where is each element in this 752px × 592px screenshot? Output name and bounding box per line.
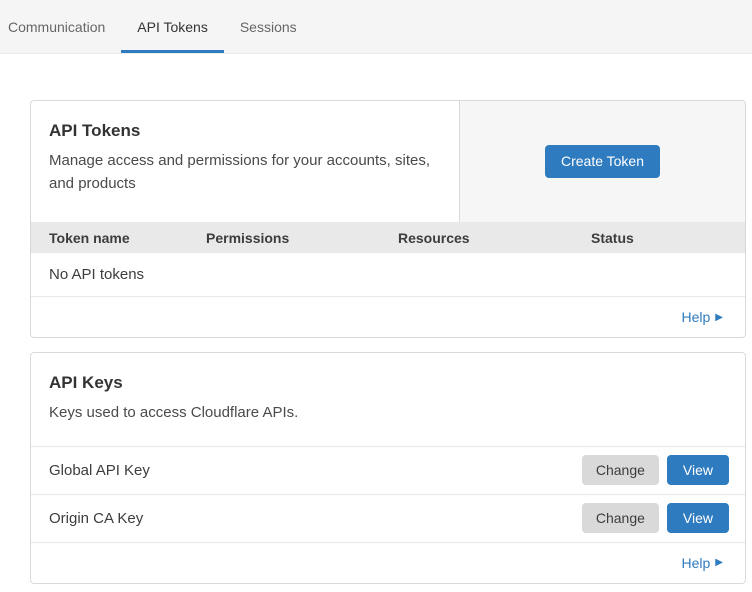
api-tokens-card-header-actions: Create Token [460,101,745,222]
token-table-empty-row: No API tokens [31,253,745,297]
api-key-actions-global: Change View [582,455,729,485]
token-table-header-permissions: Permissions [206,230,398,246]
token-table-header-row: Token name Permissions Resources Status [31,222,745,253]
help-arrow-icon: ▶ [715,557,723,568]
api-tokens-title: API Tokens [49,121,441,141]
api-key-row-global: Global API Key Change View [31,447,745,495]
api-key-row-origin-ca: Origin CA Key Change View [31,495,745,543]
api-tokens-card-header-text: API Tokens Manage access and permissions… [31,101,460,222]
api-keys-description: Keys used to access Cloudflare APIs. [49,402,727,425]
api-key-label-origin-ca: Origin CA Key [49,510,143,527]
api-keys-help-row: Help ▶ [31,543,745,583]
api-tokens-card-header: API Tokens Manage access and permissions… [31,101,745,222]
help-link-label: Help [682,555,711,571]
api-tokens-description: Manage access and permissions for your a… [49,150,441,195]
token-table-header-token-name: Token name [49,230,206,246]
empty-tokens-message: No API tokens [49,266,144,283]
api-keys-title: API Keys [49,373,727,393]
tab-communication[interactable]: Communication [8,0,121,53]
view-global-api-key-button[interactable]: View [667,455,729,485]
help-link-label: Help [682,309,711,325]
change-global-api-key-button[interactable]: Change [582,455,659,485]
api-keys-card: API Keys Keys used to access Cloudflare … [30,352,746,584]
main-content: API Tokens Manage access and permissions… [0,54,752,584]
api-tokens-help-link[interactable]: Help ▶ [682,309,724,325]
tab-sessions[interactable]: Sessions [224,0,313,53]
api-tokens-card: API Tokens Manage access and permissions… [30,100,746,338]
token-table-header-status: Status [591,230,745,246]
api-key-label-global: Global API Key [49,462,150,479]
api-keys-help-link[interactable]: Help ▶ [682,555,724,571]
tab-api-tokens[interactable]: API Tokens [121,0,224,53]
api-key-actions-origin-ca: Change View [582,503,729,533]
help-arrow-icon: ▶ [715,312,723,323]
change-origin-ca-key-button[interactable]: Change [582,503,659,533]
api-keys-card-header: API Keys Keys used to access Cloudflare … [31,353,745,447]
create-token-button[interactable]: Create Token [545,145,660,177]
token-table-header-resources: Resources [398,230,591,246]
view-origin-ca-key-button[interactable]: View [667,503,729,533]
api-tokens-help-row: Help ▶ [31,297,745,337]
tab-bar: Communication API Tokens Sessions [0,0,752,54]
